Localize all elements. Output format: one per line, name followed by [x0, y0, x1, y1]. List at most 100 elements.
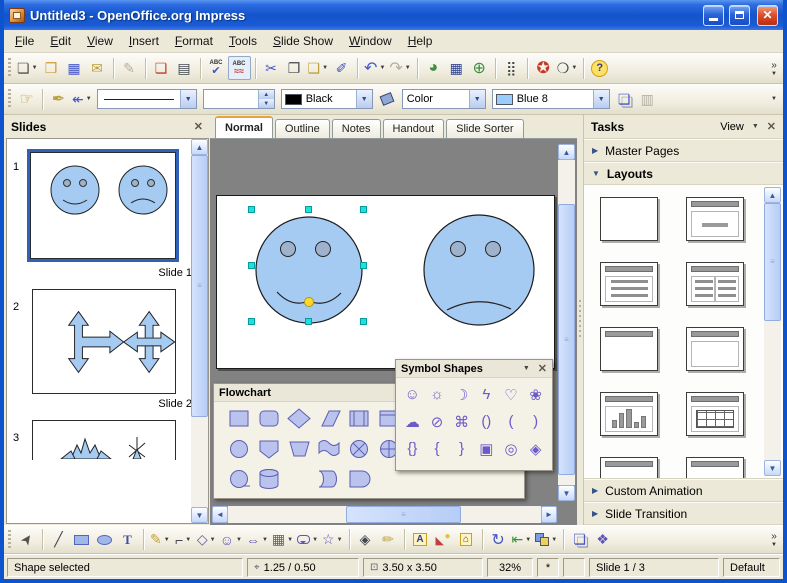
symbol-shape-icon[interactable]: ❀ — [523, 381, 548, 408]
layout-thumb-blank[interactable] — [600, 197, 658, 241]
slide-thumbnail-2[interactable]: 2 Slide 2 — [7, 289, 208, 410]
symbol-shape-icon[interactable]: ♡ — [499, 381, 524, 408]
symbol-shape-icon[interactable]: ☽ — [449, 381, 474, 408]
tasks-view-menu[interactable]: View — [720, 121, 744, 133]
symbol-shape-icon[interactable]: ☁ — [400, 408, 425, 435]
slide-page[interactable] — [216, 195, 555, 369]
selection-handle-n[interactable] — [305, 206, 312, 213]
rotate-button[interactable]: ↻ — [487, 528, 510, 552]
line-width-input[interactable]: ▲▼ — [203, 89, 275, 109]
arrange-button[interactable]: ▼ — [533, 528, 559, 552]
selection-handle-s[interactable] — [305, 318, 312, 325]
tab-normal[interactable]: Normal — [215, 116, 273, 138]
symbol-shape-icon[interactable]: ◎ — [499, 435, 524, 462]
symbol-shape-icon[interactable]: ☺ — [400, 381, 425, 408]
select-tool-button[interactable]: ➤ — [15, 528, 38, 552]
scroll-left-icon[interactable]: ◄ — [212, 506, 228, 523]
layout-thumb-title-content[interactable] — [686, 197, 744, 241]
layout-thumb-partial[interactable] — [600, 457, 658, 479]
undo-button[interactable]: ↶▼ — [362, 56, 387, 80]
selection-handle-sw[interactable] — [248, 318, 255, 325]
symbol-shape-icon[interactable]: } — [449, 435, 474, 462]
tasks-panel-close-icon[interactable]: ✕ — [767, 120, 776, 133]
object-size-field[interactable]: ⊡3.50 x 3.50 — [363, 558, 483, 577]
slide-canvas[interactable]: Flowchart — [210, 138, 577, 525]
email-button[interactable]: ✉ — [86, 56, 109, 80]
menu-item[interactable]: Help — [400, 31, 441, 51]
section-master-pages[interactable]: ▶ Master Pages — [584, 139, 783, 162]
symbol-shape-icon[interactable]: { — [425, 435, 450, 462]
toolbar-overflow-button[interactable]: »▼ — [767, 531, 781, 548]
layout-thumb-title-two-content[interactable] — [686, 262, 744, 306]
layout-thumb-title-bullets[interactable] — [600, 262, 658, 306]
insert-picture-button[interactable]: ◣● — [432, 528, 455, 552]
canvas-hscrollbar[interactable]: ◄ ► — [212, 506, 557, 523]
symbol-shape-icon[interactable]: ◈ — [523, 435, 548, 462]
selection-handle-nw[interactable] — [248, 206, 255, 213]
selection-handle-e[interactable] — [360, 262, 367, 269]
symbol-shape-icon[interactable]: ⊘ — [425, 408, 450, 435]
scroll-up-icon[interactable]: ▲ — [191, 139, 208, 155]
section-layouts[interactable]: ▼ Layouts — [584, 162, 783, 185]
symbol-shape-icon[interactable]: ☼ — [425, 381, 450, 408]
slides-panel-close-icon[interactable]: ✕ — [194, 120, 203, 133]
tab-notes[interactable]: Notes — [332, 119, 381, 138]
scrollbar-thumb[interactable] — [191, 155, 208, 417]
crop-button[interactable]: ▥ — [636, 87, 659, 111]
open-button[interactable]: ❒ — [40, 56, 63, 80]
symbol-shape-icon[interactable]: ▣ — [474, 435, 499, 462]
symbol-shape-icon[interactable]: () — [474, 408, 499, 435]
format-paintbrush-button[interactable]: ✐ — [330, 56, 353, 80]
menu-item[interactable]: Slide Show — [265, 31, 341, 51]
print-button[interactable]: ▤ — [173, 56, 196, 80]
hyperlink-button[interactable]: ⊕ — [468, 56, 491, 80]
menu-item[interactable]: View — [79, 31, 121, 51]
edit-points-button[interactable]: ☞ — [15, 87, 38, 111]
scroll-right-icon[interactable]: ► — [541, 506, 557, 523]
symbol-shape-icon[interactable]: {} — [400, 435, 425, 462]
layout-thumb-title-only[interactable] — [600, 327, 658, 371]
table-button[interactable]: ▦ — [445, 56, 468, 80]
menu-item[interactable]: Insert — [121, 31, 167, 51]
layout-thumb-title-object[interactable] — [686, 327, 744, 371]
copy-button[interactable]: ❐ — [283, 56, 306, 80]
selection-handle-w[interactable] — [248, 262, 255, 269]
alignment-button[interactable]: ⇤▼ — [510, 528, 534, 552]
stars-button[interactable]: ☆▼ — [320, 528, 345, 552]
layouts-scrollbar[interactable]: ▲ ▼ — [764, 187, 781, 476]
symbol-shape-icon[interactable]: ϟ — [474, 381, 499, 408]
menu-item[interactable]: Format — [167, 31, 221, 51]
callouts-button[interactable]: ▼ — [295, 528, 320, 552]
extrusion-button[interactable]: ❏ — [568, 528, 591, 552]
menu-item[interactable]: Window — [341, 31, 400, 51]
scrollbar-thumb[interactable] — [764, 203, 781, 321]
scroll-down-icon[interactable]: ▼ — [191, 507, 208, 523]
basic-shapes-button[interactable]: ◇▼ — [195, 528, 218, 552]
canvas-vscrollbar[interactable]: ▲ ▼ — [558, 144, 575, 501]
interaction-button[interactable]: ❖ — [591, 528, 614, 552]
spellcheck-button[interactable]: ABC✔ — [205, 56, 228, 80]
block-arrows-button[interactable]: ⇔▼ — [244, 528, 270, 552]
line-style-select[interactable]: ▼ — [97, 89, 197, 109]
help-button[interactable]: ? — [588, 56, 611, 80]
selection-handle-se[interactable] — [360, 318, 367, 325]
line-tool-button[interactable]: ╱ — [47, 528, 70, 552]
line-color-select[interactable]: Black ▼ — [281, 89, 373, 109]
layout-thumb-partial[interactable] — [686, 457, 744, 479]
edit-file-button[interactable]: ✎ — [118, 56, 141, 80]
export-pdf-button[interactable]: ❏ — [150, 56, 173, 80]
slide-thumbnail-1[interactable]: 1 — [7, 149, 208, 279]
close-button[interactable]: ✕ — [757, 5, 778, 26]
toolbar-grip[interactable] — [8, 58, 11, 78]
scroll-up-icon[interactable]: ▲ — [764, 187, 781, 203]
menu-item[interactable]: Edit — [42, 31, 79, 51]
symbol-shape-icon[interactable]: ⌘ — [449, 408, 474, 435]
cursor-position-field[interactable]: ⌖1.25 / 0.50 — [247, 558, 359, 577]
shadow-toggle-button[interactable]: ❏ — [613, 87, 636, 111]
scrollbar-thumb[interactable] — [346, 506, 461, 523]
minimize-button[interactable] — [703, 5, 724, 26]
flowchart-shapes-button[interactable]: ▦▼ — [270, 528, 295, 552]
autospellcheck-button[interactable]: ABC≈≈ — [228, 56, 251, 80]
symbol-shapes-palette-title[interactable]: Symbol Shapes ▼ ✕ — [396, 360, 552, 378]
redo-button[interactable]: ↷▼ — [387, 56, 412, 80]
